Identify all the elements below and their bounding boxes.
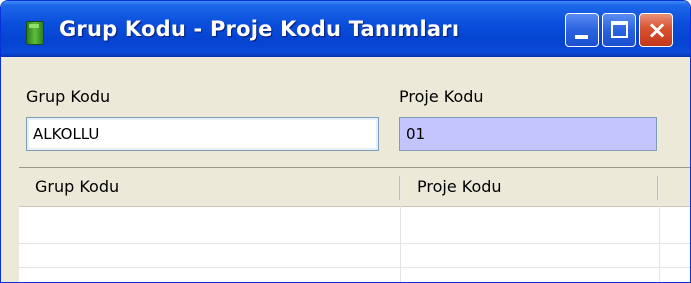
row-separator xyxy=(19,243,690,244)
proje-kodu-field[interactable]: 01 xyxy=(399,117,657,151)
column-header-grup-kodu[interactable]: Grup Kodu xyxy=(35,168,119,206)
grid-header: Grup Kodu Proje Kodu xyxy=(19,168,690,207)
data-grid[interactable]: Grup Kodu Proje Kodu xyxy=(19,167,690,282)
grup-kodu-label: Grup Kodu xyxy=(26,87,111,106)
proje-kodu-label: Proje Kodu xyxy=(399,87,484,106)
title-bar[interactable]: Grup Kodu - Proje Kodu Tanımları × xyxy=(1,1,690,57)
window-title: Grup Kodu - Proje Kodu Tanımları xyxy=(59,17,460,41)
close-button[interactable]: × xyxy=(639,13,673,47)
row-separator xyxy=(19,267,690,268)
minimize-button[interactable] xyxy=(565,13,599,47)
column-header-proje-kodu[interactable]: Proje Kodu xyxy=(417,168,502,206)
minimize-icon xyxy=(575,35,588,39)
grup-kodu-field[interactable]: ALKOLLU xyxy=(26,117,379,151)
column-divider[interactable] xyxy=(657,176,659,200)
app-icon xyxy=(26,21,44,45)
column-separator xyxy=(659,206,660,282)
close-icon: × xyxy=(646,16,668,44)
dialog-window: Grup Kodu - Proje Kodu Tanımları × Grup … xyxy=(0,0,691,283)
maximize-icon xyxy=(611,21,628,38)
maximize-button[interactable] xyxy=(602,13,636,47)
column-separator xyxy=(400,206,401,282)
column-divider[interactable] xyxy=(399,176,401,200)
